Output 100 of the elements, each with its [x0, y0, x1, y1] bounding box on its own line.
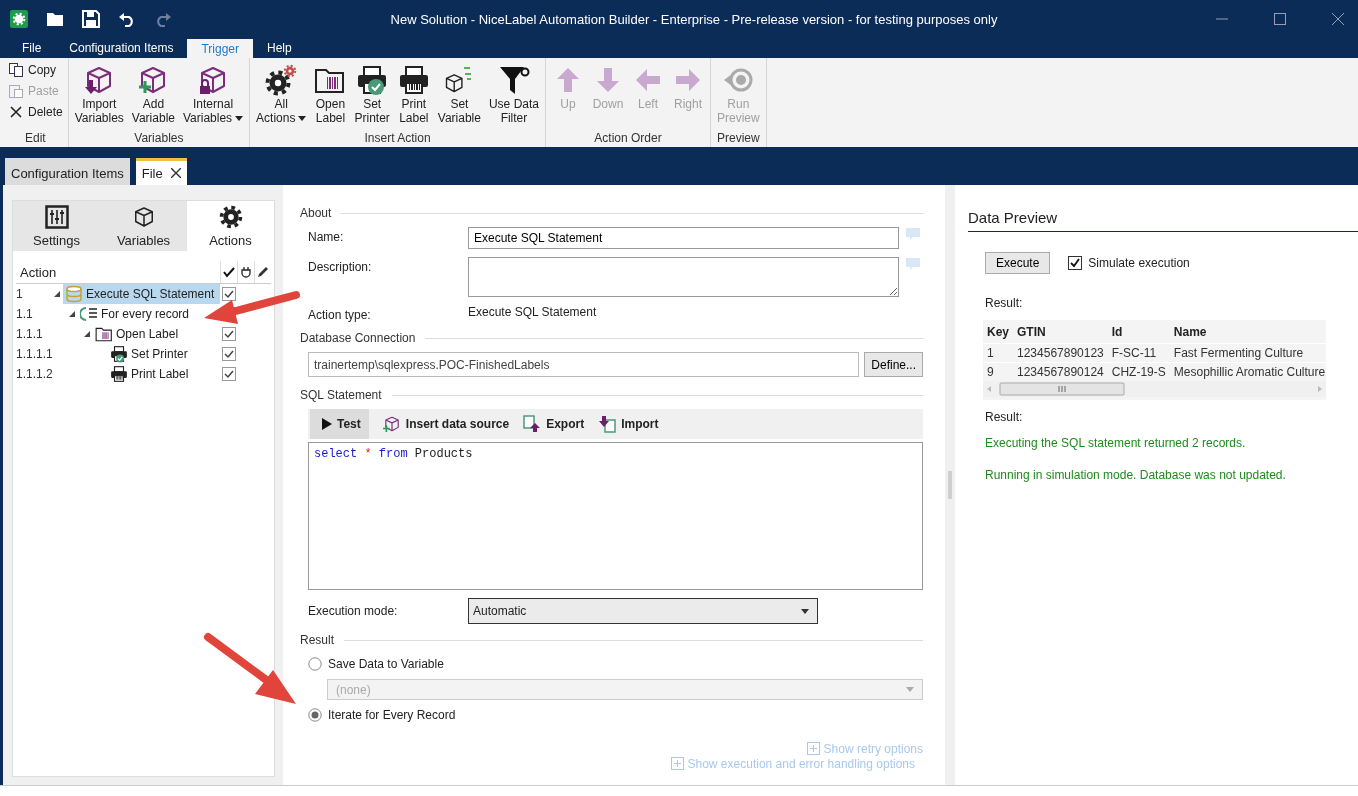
- ribbon-tab[interactable]: Trigger: [187, 39, 253, 58]
- radio-button[interactable]: [308, 708, 322, 722]
- ribbon-button[interactable]: Use Data Filter: [484, 62, 543, 131]
- app-icon: [10, 10, 28, 28]
- column-header: Name: [1169, 320, 1330, 344]
- status-message: Running in simulation mode. Database was not updated.: [985, 468, 1287, 482]
- tree-item[interactable]: Open Label: [93, 324, 181, 344]
- description-field[interactable]: [468, 257, 899, 297]
- panel-tab[interactable]: Variables: [100, 201, 187, 251]
- ribbon-button[interactable]: Delete: [5, 104, 66, 120]
- funnel-icon: [497, 64, 530, 96]
- status-message: Executing the SQL statement returned 2 records.: [985, 436, 1247, 450]
- printer-icon: [110, 345, 128, 363]
- import-icon: [598, 415, 617, 433]
- row-number: 1.1.1.2: [16, 367, 53, 381]
- window-title: New Solution - NiceLabel Automation Builder - Enterprise - Pre-release version - for testing purposes only: [389, 11, 999, 27]
- group-label: Action Order: [594, 131, 662, 145]
- ribbon-button[interactable]: Set Printer: [350, 62, 394, 131]
- redo-icon: [154, 11, 172, 27]
- database-icon: [65, 285, 83, 303]
- table-cell: Fast Fermenting Culture: [1169, 343, 1330, 363]
- group-label: Insert Action: [364, 131, 431, 145]
- close-icon[interactable]: [1332, 13, 1344, 25]
- document-tab[interactable]: File: [135, 158, 187, 185]
- radio-button[interactable]: [308, 657, 322, 671]
- ribbon-tab[interactable]: Configuration Items: [55, 39, 188, 58]
- column-header: GTIN: [1013, 320, 1108, 344]
- checkbox[interactable]: [221, 287, 236, 301]
- table-cell: 1: [983, 343, 1013, 363]
- checkbox[interactable]: [221, 327, 236, 341]
- ribbon-button[interactable]: Copy: [5, 62, 59, 78]
- column-header: Id: [1107, 320, 1170, 344]
- gears-icon: [265, 64, 298, 96]
- pencil-icon: [257, 266, 269, 278]
- checkbox[interactable]: [221, 347, 236, 361]
- document-tab[interactable]: Configuration Items: [5, 158, 130, 185]
- section-heading: About: [300, 206, 332, 220]
- row-number: 1.1.1.1: [16, 347, 53, 361]
- tree-item[interactable]: For every record: [78, 304, 192, 324]
- execute-button[interactable]: Execute: [985, 252, 1051, 274]
- ribbon-button[interactable]: Print Label: [393, 62, 434, 131]
- field-label: Name:: [308, 229, 345, 244]
- ribbon-button[interactable]: Open Label: [310, 62, 351, 131]
- maximize-icon[interactable]: [1274, 13, 1286, 25]
- folder-icon: [95, 325, 113, 343]
- radio-label: Iterate for Every Record: [328, 708, 456, 722]
- checkbox[interactable]: [1068, 256, 1083, 270]
- undo-icon: [118, 11, 136, 27]
- cube-icon: [382, 415, 401, 433]
- toolbar-button[interactable]: Import: [598, 415, 659, 433]
- plus-box-icon: [806, 742, 820, 755]
- plug-icon: [240, 266, 252, 278]
- panel-tab[interactable]: Settings: [13, 201, 100, 251]
- help-icon: [905, 227, 921, 241]
- copy-icon: [8, 62, 24, 78]
- gear-icon: [218, 204, 243, 229]
- section-heading: Result: [300, 633, 334, 647]
- tree-item[interactable]: Print Label: [108, 364, 191, 384]
- field-label: Action type:: [308, 307, 372, 322]
- ribbon-tab[interactable]: File: [8, 39, 56, 58]
- column-header: Action: [19, 263, 58, 282]
- printer-icon: [110, 365, 128, 383]
- section-heading: Database Connection: [300, 331, 416, 345]
- sliders-icon: [44, 204, 69, 229]
- group-label: Edit: [25, 131, 46, 145]
- panel-title: Data Preview: [968, 209, 1358, 232]
- printer-icon: [356, 64, 389, 96]
- check-icon: [223, 266, 235, 278]
- close-icon: [170, 168, 181, 178]
- ribbon-button[interactable]: Set Variable: [433, 62, 485, 131]
- checkbox-label: Simulate execution: [1088, 256, 1190, 270]
- row-number: 1.1: [16, 307, 34, 321]
- folder-icon: [46, 11, 64, 27]
- tree-item[interactable]: Set Printer: [108, 344, 190, 364]
- toolbar-button[interactable]: Test: [310, 409, 369, 439]
- ribbon-tab[interactable]: Help: [253, 39, 306, 58]
- code-editor[interactable]: select * from Products: [308, 442, 923, 590]
- panel-tab[interactable]: Actions: [187, 201, 274, 251]
- define-button[interactable]: Define...: [864, 352, 923, 377]
- toolbar-button[interactable]: Export: [523, 415, 585, 433]
- connection-field[interactable]: trainertemp\sqlexpress.POC-FinishedLabels: [308, 352, 860, 377]
- table-cell: F-SC-11: [1107, 343, 1170, 363]
- radio-label: Save Data to Variable: [328, 657, 444, 671]
- ribbon-button[interactable]: Internal Variables: [178, 62, 248, 131]
- group-label: Preview: [717, 131, 760, 145]
- ribbon-button[interactable]: Add Variable: [127, 62, 179, 131]
- ribbon-button[interactable]: Import Variables: [70, 62, 128, 131]
- checkbox[interactable]: [221, 367, 236, 381]
- mode-dropdown[interactable]: Automatic: [468, 598, 818, 624]
- row-number: 1.1.1: [16, 327, 44, 341]
- field-value: Execute SQL Statement: [468, 305, 598, 319]
- table-cell: 1234567890123: [1013, 343, 1108, 363]
- loop-icon: [80, 305, 98, 323]
- play-icon: [322, 418, 332, 430]
- plus-box-icon: [670, 757, 684, 770]
- tree-item[interactable]: Execute SQL Statement: [63, 284, 220, 304]
- toolbar-button[interactable]: Insert data source: [382, 415, 510, 433]
- name-field[interactable]: Execute SQL Statement: [468, 227, 899, 249]
- group-label: Variables: [134, 131, 184, 145]
- ribbon-button[interactable]: All Actions: [252, 62, 311, 131]
